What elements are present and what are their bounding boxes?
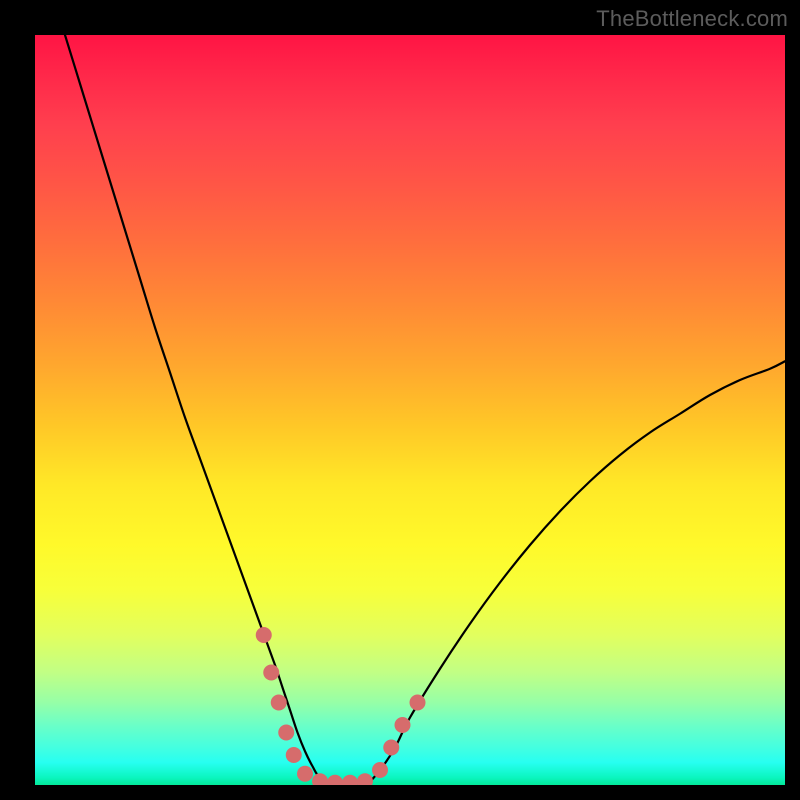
chart-svg [35,35,785,785]
curve-marker [342,775,358,785]
curve-marker [256,627,272,643]
curve-marker [271,695,287,711]
curve-marker [312,773,328,785]
curve-marker [372,762,388,778]
curve-marker [395,717,411,733]
watermark-text: TheBottleneck.com [596,6,788,32]
curve-marker [263,665,279,681]
chart-frame: TheBottleneck.com [0,0,800,800]
marker-group [256,627,426,785]
curve-marker [383,740,399,756]
bottleneck-curve [65,35,785,785]
curve-marker [278,725,294,741]
plot-area [35,35,785,785]
curve-marker [327,775,343,785]
curve-marker [286,747,302,763]
curve-marker [410,695,426,711]
curve-marker [357,773,373,785]
curve-marker [297,766,313,782]
